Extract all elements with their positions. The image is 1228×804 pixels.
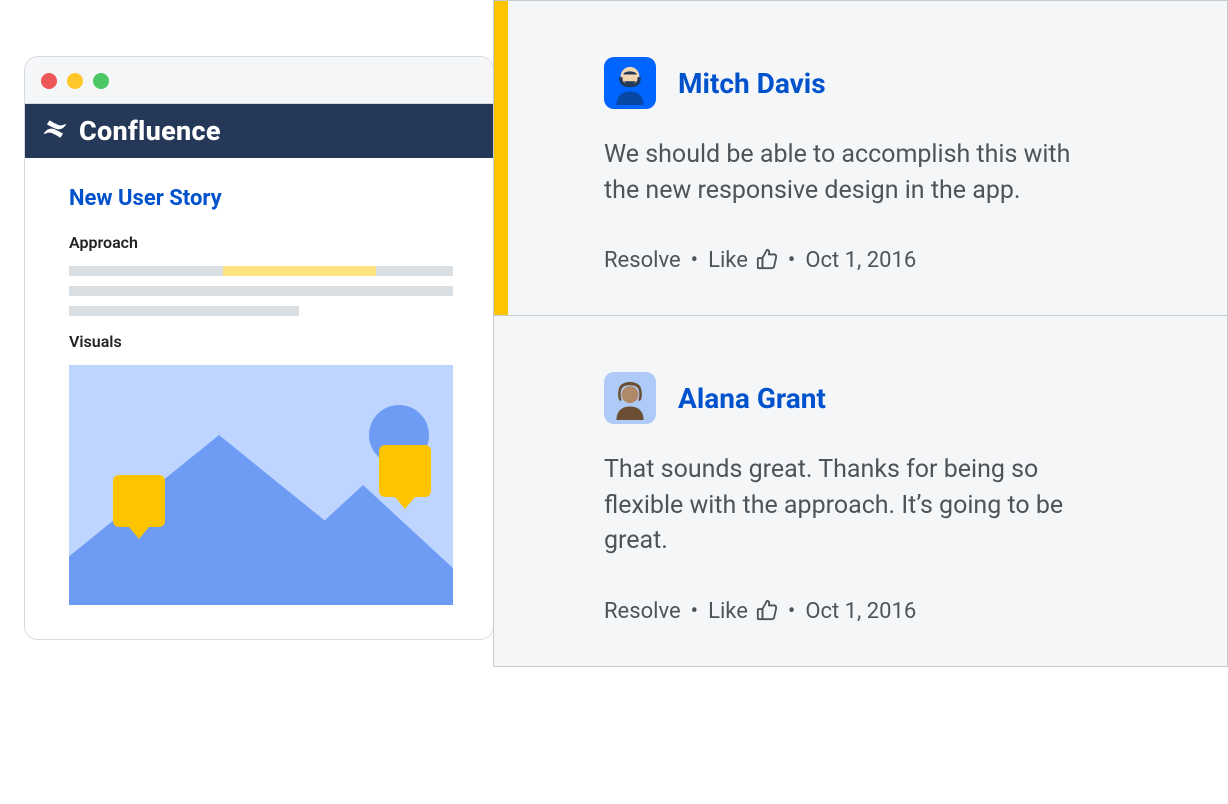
separator-dot: • <box>689 248 700 273</box>
annotation-pin-icon[interactable] <box>379 445 431 497</box>
confluence-icon <box>41 115 69 147</box>
separator-dot: • <box>786 599 797 624</box>
comment-date: Oct 1, 2016 <box>805 248 916 273</box>
confluence-window: Confluence New User Story Approach Visua… <box>24 56 494 640</box>
minimize-icon[interactable] <box>67 73 83 89</box>
comment-author[interactable]: Mitch Davis <box>678 67 826 100</box>
body-text-line <box>69 286 453 296</box>
selection-highlight <box>494 1 508 315</box>
comment-header: Alana Grant <box>604 372 1129 424</box>
comment-card: Mitch Davis We should be able to accompl… <box>494 1 1227 316</box>
like-link[interactable]: Like <box>708 599 748 624</box>
mountain-shape <box>233 485 453 605</box>
comment-card: Alana Grant That sounds great. Thanks fo… <box>494 316 1227 666</box>
avatar[interactable] <box>604 57 656 109</box>
body-text-line <box>69 306 299 316</box>
comment-author[interactable]: Alana Grant <box>678 382 826 415</box>
confluence-logo[interactable]: Confluence <box>41 115 221 147</box>
thumbs-up-icon[interactable] <box>756 599 778 624</box>
resolve-link[interactable]: Resolve <box>604 248 681 273</box>
maximize-icon[interactable] <box>93 73 109 89</box>
page-body: New User Story Approach Visuals <box>25 158 493 639</box>
body-text-line <box>69 266 453 276</box>
like-link[interactable]: Like <box>708 248 748 273</box>
avatar[interactable] <box>604 372 656 424</box>
comment-panel: Mitch Davis We should be able to accompl… <box>493 0 1228 667</box>
comment-date: Oct 1, 2016 <box>805 599 916 624</box>
comment-header: Mitch Davis <box>604 57 1129 109</box>
close-icon[interactable] <box>41 73 57 89</box>
thumbs-up-icon[interactable] <box>756 248 778 273</box>
visuals-illustration <box>69 365 453 605</box>
app-header: Confluence <box>25 104 493 158</box>
separator-dot: • <box>786 248 797 273</box>
section-heading-approach: Approach <box>69 233 453 252</box>
window-controls <box>25 57 493 104</box>
comment-actions: Resolve • Like • Oct 1, 2016 <box>604 599 1129 624</box>
resolve-link[interactable]: Resolve <box>604 599 681 624</box>
comment-body: That sounds great. Thanks for being so f… <box>604 452 1084 559</box>
annotation-pin-icon[interactable] <box>113 475 165 527</box>
page-title[interactable]: New User Story <box>69 186 453 211</box>
comment-body: We should be able to accomplish this wit… <box>604 137 1084 208</box>
comment-actions: Resolve • Like • Oct 1, 2016 <box>604 248 1129 273</box>
separator-dot: • <box>689 599 700 624</box>
app-name: Confluence <box>79 115 221 147</box>
section-heading-visuals: Visuals <box>69 332 453 351</box>
